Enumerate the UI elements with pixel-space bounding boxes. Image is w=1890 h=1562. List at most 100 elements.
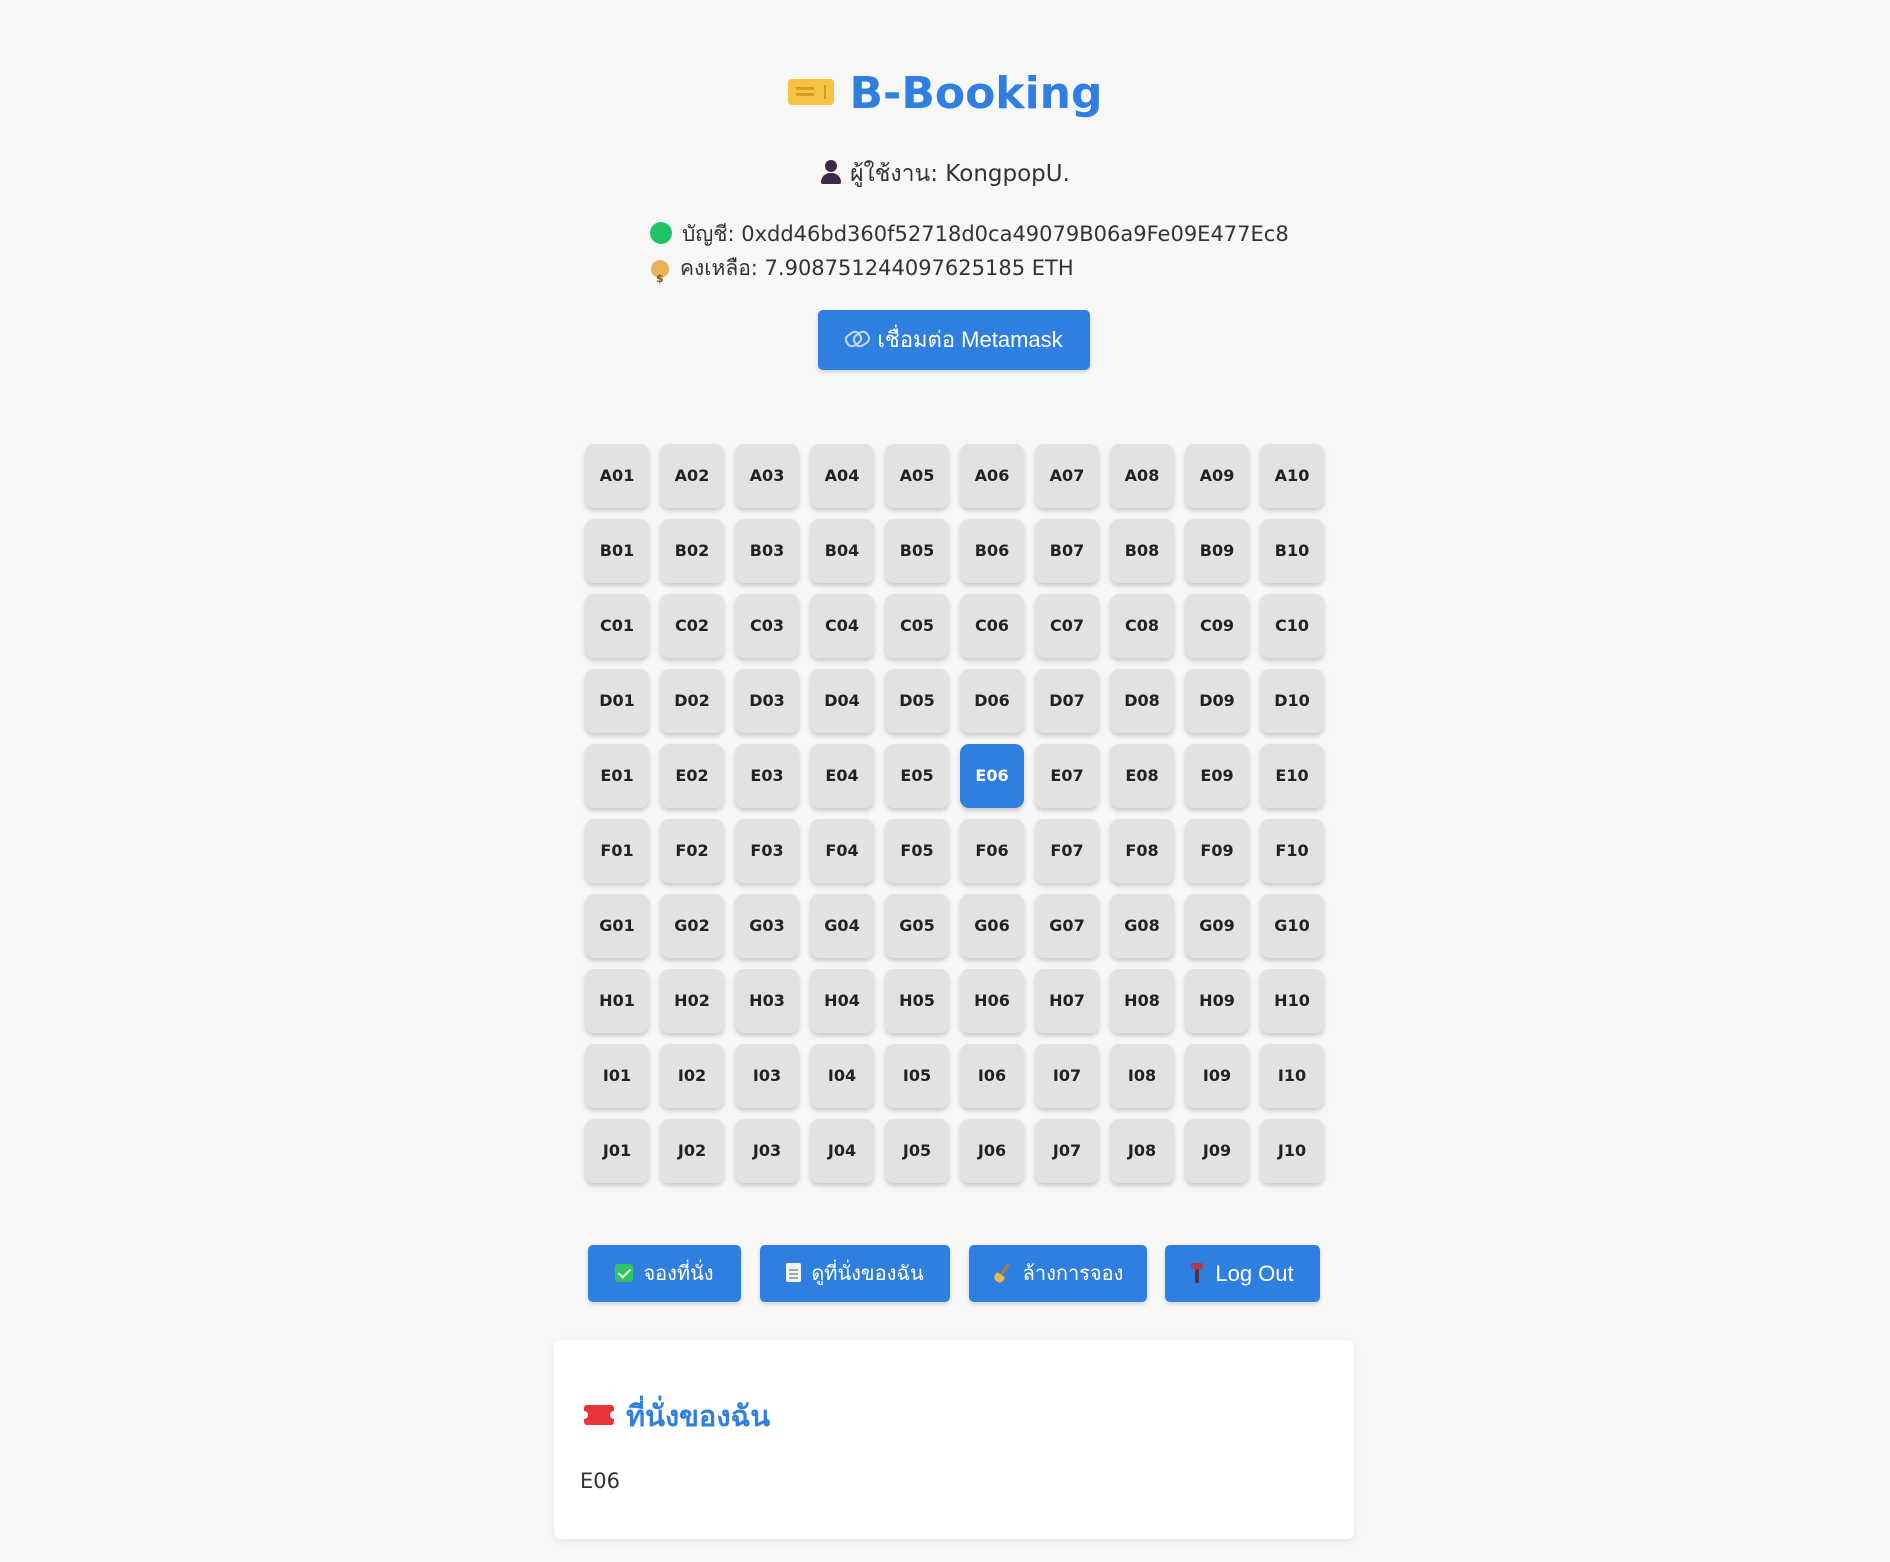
seat-j10[interactable]: J10 — [1260, 1119, 1324, 1183]
seat-b01[interactable]: B01 — [585, 519, 649, 583]
logout-button[interactable]: Log Out — [1165, 1245, 1320, 1302]
seat-j04[interactable]: J04 — [810, 1119, 874, 1183]
seat-f10[interactable]: F10 — [1260, 819, 1324, 883]
seat-a01[interactable]: A01 — [585, 444, 649, 508]
seat-a03[interactable]: A03 — [735, 444, 799, 508]
seat-e02[interactable]: E02 — [660, 744, 724, 808]
seat-f01[interactable]: F01 — [585, 819, 649, 883]
seat-c01[interactable]: C01 — [585, 594, 649, 658]
seat-d10[interactable]: D10 — [1260, 669, 1324, 733]
connect-metamask-button[interactable]: เชื่อมต่อ Metamask — [818, 310, 1090, 370]
seat-i01[interactable]: I01 — [585, 1044, 649, 1108]
seat-g06[interactable]: G06 — [960, 894, 1024, 958]
seat-b03[interactable]: B03 — [735, 519, 799, 583]
seat-b10[interactable]: B10 — [1260, 519, 1324, 583]
seat-i06[interactable]: I06 — [960, 1044, 1024, 1108]
seat-i05[interactable]: I05 — [885, 1044, 949, 1108]
seat-g10[interactable]: G10 — [1260, 894, 1324, 958]
seat-f05[interactable]: F05 — [885, 819, 949, 883]
seat-d06[interactable]: D06 — [960, 669, 1024, 733]
seat-e06[interactable]: E06 — [960, 744, 1024, 808]
seat-e03[interactable]: E03 — [735, 744, 799, 808]
seat-f03[interactable]: F03 — [735, 819, 799, 883]
seat-f07[interactable]: F07 — [1035, 819, 1099, 883]
seat-d03[interactable]: D03 — [735, 669, 799, 733]
seat-h05[interactable]: H05 — [885, 969, 949, 1033]
seat-j08[interactable]: J08 — [1110, 1119, 1174, 1183]
seat-b06[interactable]: B06 — [960, 519, 1024, 583]
seat-j01[interactable]: J01 — [585, 1119, 649, 1183]
seat-c04[interactable]: C04 — [810, 594, 874, 658]
seat-d05[interactable]: D05 — [885, 669, 949, 733]
seat-e10[interactable]: E10 — [1260, 744, 1324, 808]
seat-e01[interactable]: E01 — [585, 744, 649, 808]
seat-h01[interactable]: H01 — [585, 969, 649, 1033]
seat-b08[interactable]: B08 — [1110, 519, 1174, 583]
seat-a08[interactable]: A08 — [1110, 444, 1174, 508]
seat-c06[interactable]: C06 — [960, 594, 1024, 658]
seat-g03[interactable]: G03 — [735, 894, 799, 958]
seat-e04[interactable]: E04 — [810, 744, 874, 808]
seat-g09[interactable]: G09 — [1185, 894, 1249, 958]
seat-g07[interactable]: G07 — [1035, 894, 1099, 958]
seat-h04[interactable]: H04 — [810, 969, 874, 1033]
seat-i07[interactable]: I07 — [1035, 1044, 1099, 1108]
seat-h08[interactable]: H08 — [1110, 969, 1174, 1033]
seat-c07[interactable]: C07 — [1035, 594, 1099, 658]
seat-h10[interactable]: H10 — [1260, 969, 1324, 1033]
seat-f08[interactable]: F08 — [1110, 819, 1174, 883]
seat-b02[interactable]: B02 — [660, 519, 724, 583]
seat-f04[interactable]: F04 — [810, 819, 874, 883]
seat-i08[interactable]: I08 — [1110, 1044, 1174, 1108]
seat-g05[interactable]: G05 — [885, 894, 949, 958]
seat-h06[interactable]: H06 — [960, 969, 1024, 1033]
seat-j02[interactable]: J02 — [660, 1119, 724, 1183]
seat-f02[interactable]: F02 — [660, 819, 724, 883]
seat-c05[interactable]: C05 — [885, 594, 949, 658]
seat-a09[interactable]: A09 — [1185, 444, 1249, 508]
seat-g01[interactable]: G01 — [585, 894, 649, 958]
seat-h02[interactable]: H02 — [660, 969, 724, 1033]
seat-i09[interactable]: I09 — [1185, 1044, 1249, 1108]
seat-j07[interactable]: J07 — [1035, 1119, 1099, 1183]
seat-a02[interactable]: A02 — [660, 444, 724, 508]
clear-booking-button[interactable]: ล้างการจอง — [969, 1245, 1147, 1302]
seat-h07[interactable]: H07 — [1035, 969, 1099, 1033]
seat-c02[interactable]: C02 — [660, 594, 724, 658]
seat-j09[interactable]: J09 — [1185, 1119, 1249, 1183]
seat-d09[interactable]: D09 — [1185, 669, 1249, 733]
seat-j06[interactable]: J06 — [960, 1119, 1024, 1183]
seat-e05[interactable]: E05 — [885, 744, 949, 808]
seat-h09[interactable]: H09 — [1185, 969, 1249, 1033]
seat-d01[interactable]: D01 — [585, 669, 649, 733]
seat-e09[interactable]: E09 — [1185, 744, 1249, 808]
seat-a06[interactable]: A06 — [960, 444, 1024, 508]
seat-j05[interactable]: J05 — [885, 1119, 949, 1183]
seat-c09[interactable]: C09 — [1185, 594, 1249, 658]
seat-b07[interactable]: B07 — [1035, 519, 1099, 583]
seat-i03[interactable]: I03 — [735, 1044, 799, 1108]
seat-c08[interactable]: C08 — [1110, 594, 1174, 658]
seat-i10[interactable]: I10 — [1260, 1044, 1324, 1108]
seat-e08[interactable]: E08 — [1110, 744, 1174, 808]
seat-c10[interactable]: C10 — [1260, 594, 1324, 658]
seat-e07[interactable]: E07 — [1035, 744, 1099, 808]
seat-b05[interactable]: B05 — [885, 519, 949, 583]
seat-j03[interactable]: J03 — [735, 1119, 799, 1183]
seat-d08[interactable]: D08 — [1110, 669, 1174, 733]
seat-i02[interactable]: I02 — [660, 1044, 724, 1108]
seat-f06[interactable]: F06 — [960, 819, 1024, 883]
seat-a10[interactable]: A10 — [1260, 444, 1324, 508]
view-my-seats-button[interactable]: ดูที่นั่งของฉัน — [760, 1245, 950, 1302]
seat-c03[interactable]: C03 — [735, 594, 799, 658]
seat-a04[interactable]: A04 — [810, 444, 874, 508]
seat-f09[interactable]: F09 — [1185, 819, 1249, 883]
seat-i04[interactable]: I04 — [810, 1044, 874, 1108]
seat-b04[interactable]: B04 — [810, 519, 874, 583]
seat-d04[interactable]: D04 — [810, 669, 874, 733]
seat-g08[interactable]: G08 — [1110, 894, 1174, 958]
seat-a07[interactable]: A07 — [1035, 444, 1099, 508]
seat-g04[interactable]: G04 — [810, 894, 874, 958]
book-seat-button[interactable]: จองที่นั่ง — [588, 1245, 741, 1302]
seat-a05[interactable]: A05 — [885, 444, 949, 508]
